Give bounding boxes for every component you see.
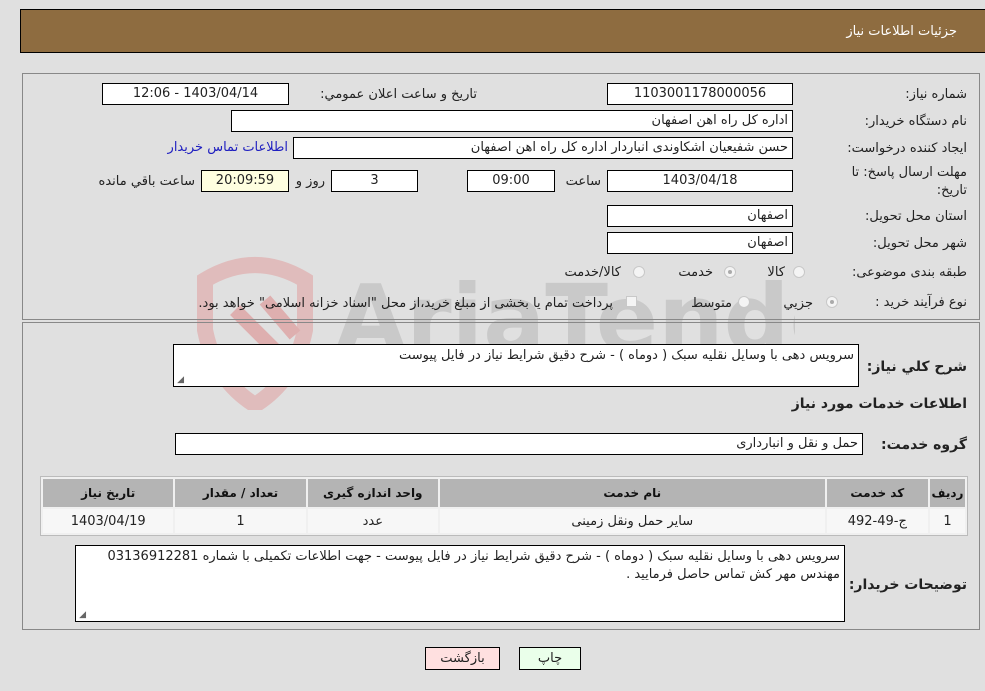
cell-service-name: ساير حمل ونقل زمينی [439, 509, 825, 533]
purchase-minor-label: جزيي [783, 296, 813, 311]
buyer-org-label: نام دستگاه خريدار: [864, 114, 967, 129]
category-service-radio[interactable] [724, 266, 736, 278]
buyer-notes-label: توضيحات خريدار: [848, 577, 967, 593]
category-label: طبقه بندی موضوعی: [851, 265, 967, 280]
buyer-notes-textarea[interactable]: سرویس دهی با وسایل نقلیه سبک ( دوماه ) -… [75, 545, 845, 622]
days-label: روز و [295, 174, 325, 189]
description-textarea[interactable]: سرویس دهی با وسایل نقلیه سبک ( دوماه ) -… [173, 344, 859, 387]
city-field: اصفهان [607, 232, 793, 254]
category-goods-label: کالا [767, 265, 785, 280]
purchase-medium-label: متوسط [691, 296, 732, 311]
treasury-note: پرداخت تمام يا بخشی از مبلغ خريد،از محل … [198, 296, 613, 311]
remaining-time-field: 20:09:59 [201, 170, 289, 192]
service-group-label: گروه خدمت: [881, 437, 967, 453]
province-field: اصفهان [607, 205, 793, 227]
treasury-checkbox[interactable] [626, 296, 637, 307]
resize-grip-icon[interactable]: ◢ [176, 376, 184, 385]
announce-datetime-field: 1403/04/14 - 12:06 [102, 83, 289, 105]
days-remaining-field: 3 [331, 170, 418, 192]
deadline-label: مهلت ارسال پاسخ: تا [851, 165, 967, 180]
cell-unit: عدد [307, 509, 438, 533]
buyer-notes-text: سرویس دهی با وسایل نقلیه سبک ( دوماه ) -… [107, 549, 840, 582]
back-button[interactable]: بازگشت [425, 647, 500, 670]
deadline-time-label: ساعت [565, 174, 601, 189]
col-header-quantity: تعداد / مقدار [175, 479, 306, 507]
resize-grip-icon[interactable]: ◢ [78, 611, 86, 620]
need-number-field: 1103001178000056 [607, 83, 793, 105]
need-number-label: شماره نیاز: [905, 87, 967, 102]
announce-datetime-label: تاريخ و ساعت اعلان عمومي: [320, 87, 477, 102]
cell-row-number: 1 [929, 509, 965, 533]
services-table: رديف کد خدمت نام خدمت واحد اندازه گيری ت… [40, 476, 968, 536]
deadline-label-line2: تاريخ: [936, 183, 967, 198]
table-row: 1 ج-49-492 ساير حمل ونقل زمينی عدد 1 140… [43, 509, 965, 533]
page-title: جزئیات اطلاعات نیاز [846, 24, 957, 39]
category-service-label: خدمت [678, 265, 713, 280]
services-section-title: اطلاعات خدمات مورد نياز [791, 396, 967, 412]
city-label: شهر محل تحويل: [872, 236, 967, 251]
col-header-row-number: رديف [929, 479, 965, 507]
remaining-label: ساعت باقي مانده [98, 174, 195, 189]
category-goods-service-label: کالا/خدمت [564, 265, 621, 280]
cell-quantity: 1 [175, 509, 306, 533]
deadline-time-field: 09:00 [467, 170, 555, 192]
description-text: سرویس دهی با وسایل نقلیه سبک ( دوماه ) -… [398, 348, 854, 363]
province-label: استان محل تحويل: [865, 209, 967, 224]
col-header-need-date: تاريخ نياز [43, 479, 174, 507]
purchase-medium-radio[interactable] [738, 296, 750, 308]
col-header-service-code: کد خدمت [826, 479, 928, 507]
buyer-contact-link[interactable]: اطلاعات تماس خريدار [168, 140, 288, 155]
cell-need-date: 1403/04/19 [43, 509, 174, 533]
service-group-field: حمل و نقل و انبارداری [175, 433, 863, 455]
category-goods-radio[interactable] [793, 266, 805, 278]
cell-service-code: ج-49-492 [826, 509, 928, 533]
purchase-minor-radio[interactable] [826, 296, 838, 308]
col-header-service-name: نام خدمت [439, 479, 825, 507]
category-goods-service-radio[interactable] [633, 266, 645, 278]
requester-field: حسن شفیعیان اشکاوندی انباردار اداره کل ر… [293, 137, 793, 159]
requester-label: ايجاد کننده درخواست: [847, 141, 967, 156]
col-header-unit: واحد اندازه گيری [307, 479, 438, 507]
table-header-row: رديف کد خدمت نام خدمت واحد اندازه گيری ت… [43, 479, 965, 507]
print-button[interactable]: چاپ [519, 647, 581, 670]
deadline-date-field: 1403/04/18 [607, 170, 793, 192]
buyer-org-field: اداره کل راه اهن اصفهان [231, 110, 793, 132]
purchase-type-label: نوع فرآيند خريد : [875, 295, 967, 310]
page-header: جزئیات اطلاعات نیاز [20, 9, 985, 53]
description-label: شرح كلي نياز: [866, 359, 967, 375]
